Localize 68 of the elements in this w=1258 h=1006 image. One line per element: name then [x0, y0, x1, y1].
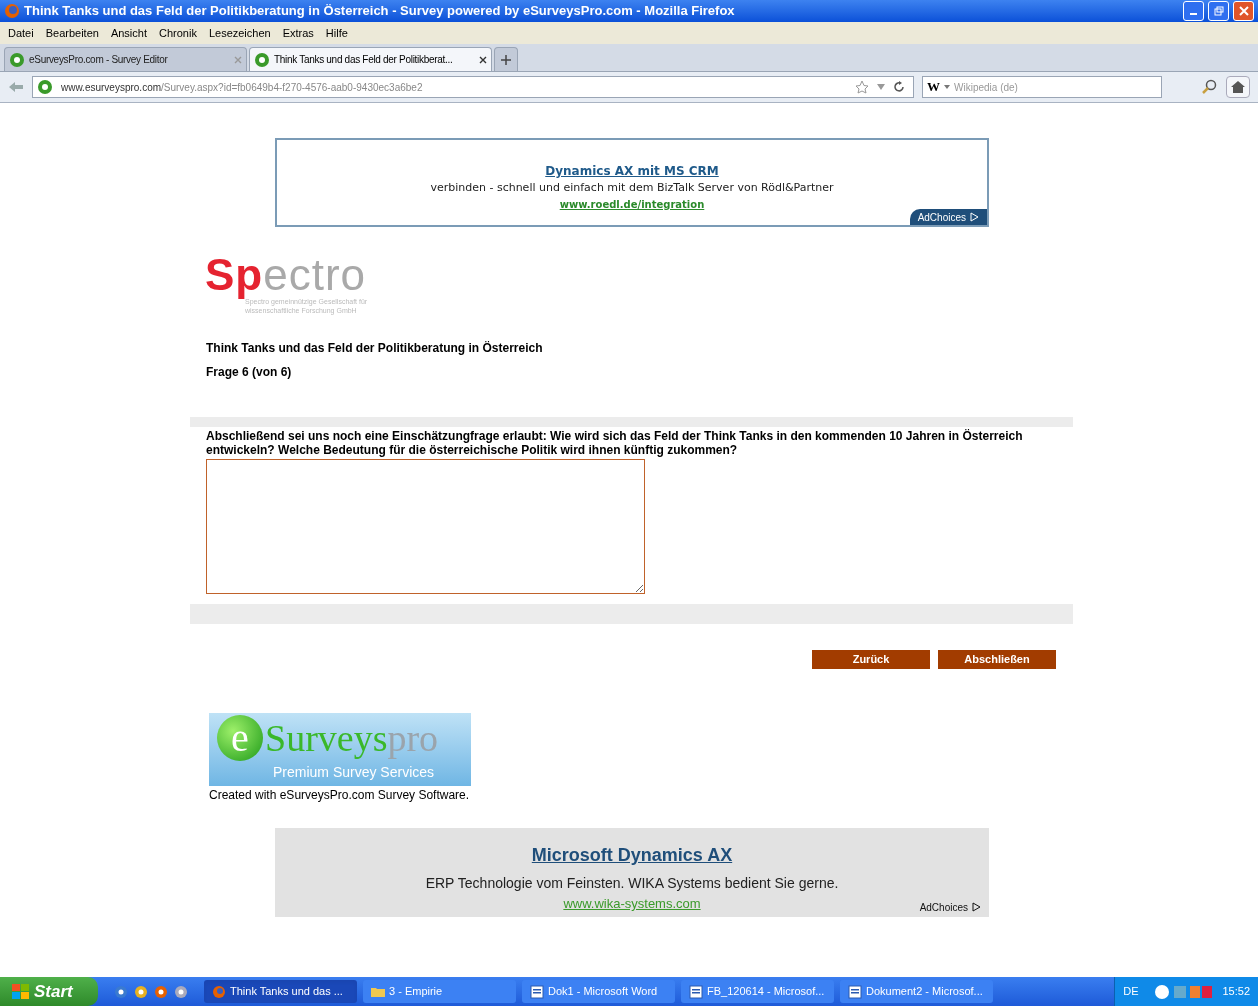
taskbar-button[interactable]: 3 - Empirie [363, 980, 516, 1003]
address-bar[interactable]: www.esurveyspro.com/Survey.aspx?id=fb0649b4-f270-4576-aab0-9430ec3a6be2 [32, 76, 914, 98]
adchoices-link[interactable]: AdChoices [909, 209, 987, 225]
folder-icon [371, 985, 385, 998]
menu-item[interactable]: Ansicht [110, 24, 147, 42]
ad-text: verbinden - schnell und einfach mit dem BizTalk Server von Rödl&Partner [430, 180, 834, 196]
dropdown-caret-icon [944, 85, 950, 89]
ad-url-link[interactable]: www.roedl.de/integration [559, 196, 705, 212]
tray-icons[interactable] [1154, 983, 1215, 1000]
ad-title-link[interactable]: Dynamics AX mit MS CRM [545, 162, 719, 180]
search-engine-label: W [927, 78, 940, 97]
quick-launch-icon[interactable] [114, 984, 128, 999]
language-indicator[interactable]: DE [1123, 983, 1139, 1000]
new-tab-button[interactable] [494, 47, 518, 71]
globe-icon [37, 79, 53, 95]
play-triangle-icon [972, 902, 981, 912]
firefox-icon [4, 3, 20, 19]
restore-button[interactable] [1208, 1, 1229, 21]
nav-button[interactable]: Zurück [812, 650, 930, 669]
ad-title-link[interactable]: Microsoft Dynamics AX [531, 842, 733, 869]
nav-button[interactable]: Abschließen [938, 650, 1056, 669]
globe-icon [254, 51, 270, 68]
adchoices-link[interactable]: AdChoices [911, 899, 989, 915]
question-text: Abschließend sei uns noch eine Einschätzungfrage erlaubt: Wie wird sich das Feld der Think Tanks in den kommenden 10 Jahren in Österreich entwickeln? Welche Bedeutung für die österreichische Politik wird ihnen künftig zukommen? [206, 429, 1024, 457]
document-icon [530, 984, 544, 999]
document-icon [848, 984, 862, 999]
menu-item[interactable]: Lesezeichen [208, 24, 271, 42]
search-icon[interactable] [1202, 79, 1218, 95]
dropdown-caret-icon[interactable] [877, 84, 885, 90]
browser-tab[interactable]: Think Tanks und das Feld der Politikberat... [249, 47, 492, 71]
globe-icon [9, 51, 25, 68]
survey-title: Think Tanks und das Feld der Politikberatung in Österreich [206, 340, 543, 357]
clock: 15:52 [1222, 984, 1250, 1000]
close-button[interactable] [1233, 1, 1254, 21]
browser-tab[interactable]: eSurveysPro.com - Survey Editor [4, 47, 247, 71]
minimize-icon [1190, 13, 1197, 15]
menu-item[interactable]: Hilfe [325, 24, 348, 42]
window-title: Think Tanks und das Feld der Politikberatung in Österreich - Survey powered by eSurveysPro.com - Mozilla Firefox [24, 2, 736, 21]
url-text: www.esurveyspro.com/Survey.aspx?id=fb0649b4-f270-4576-aab0-9430ec3a6be2 [61, 80, 424, 95]
minimize-button[interactable] [1183, 1, 1204, 21]
menu-item[interactable]: Bearbeiten [45, 24, 99, 42]
esurveyspro-logo: e Surveyspro Premium Survey Services [209, 713, 471, 786]
close-tab-icon[interactable] [479, 55, 487, 64]
search-field[interactable]: Wikipedia (de) [954, 79, 1157, 95]
taskbar-button[interactable]: Dokument2 - Microsof... [840, 980, 993, 1003]
document-icon [689, 984, 703, 999]
menu-item[interactable]: Datei [8, 24, 34, 42]
ad-text: ERP Technologie vom Feinsten. WIKA Systems bedient Sie gerne. [425, 874, 839, 893]
restore-icon [1213, 6, 1224, 16]
menu-item[interactable]: Chronik [159, 24, 197, 42]
taskbar-button[interactable]: Think Tanks und das ... [204, 980, 357, 1003]
plus-icon [501, 54, 511, 65]
reload-icon[interactable] [893, 81, 905, 93]
quick-launch-icon[interactable] [134, 984, 148, 999]
firefox-icon [212, 984, 226, 999]
quick-launch-icon[interactable] [154, 984, 168, 999]
home-icon[interactable] [1226, 76, 1250, 98]
close-icon [1238, 6, 1249, 16]
footer-caption: Created with eSurveysPro.com Survey Software. [209, 787, 470, 804]
taskbar-button[interactable]: FB_120614 - Microsof... [681, 980, 834, 1003]
search-box[interactable]: W Wikipedia (de) [922, 76, 1162, 98]
question-counter: Frage 6 (von 6) [206, 364, 292, 381]
star-icon[interactable] [855, 80, 869, 94]
play-triangle-icon [970, 212, 979, 222]
quick-launch-icon[interactable] [174, 984, 188, 999]
windows-flag-icon [12, 983, 30, 1000]
menu-item[interactable]: Extras [282, 24, 314, 42]
taskbar-button[interactable]: Dok1 - Microsoft Word [522, 980, 675, 1003]
